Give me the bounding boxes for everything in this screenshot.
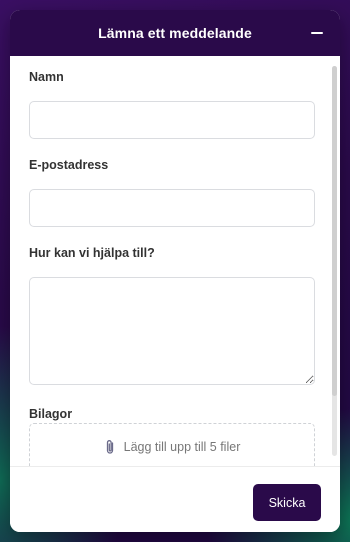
contact-form-widget: Lämna ett meddelande Namn E-postadress H… <box>10 10 340 532</box>
attachments-dropzone[interactable]: Lägg till upp till 5 filer <box>29 423 315 466</box>
contact-form: Namn E-postadress Hur kan vi hjälpa till… <box>10 56 340 466</box>
attachments-label: Bilagor <box>29 407 73 421</box>
form-scrollbar[interactable] <box>332 66 337 456</box>
widget-footer: Skicka <box>10 466 340 532</box>
name-label: Namn <box>29 70 64 84</box>
minimize-button[interactable] <box>308 24 326 42</box>
widget-title: Lämna ett meddelande <box>98 25 252 41</box>
email-input[interactable] <box>29 189 315 227</box>
scrollbar-thumb[interactable] <box>332 66 337 396</box>
widget-header: Lämna ett meddelande <box>10 10 340 56</box>
name-input[interactable] <box>29 101 315 139</box>
send-button[interactable]: Skicka <box>253 484 321 521</box>
email-label: E-postadress <box>29 158 109 172</box>
paperclip-icon <box>104 439 116 455</box>
message-label: Hur kan vi hjälpa till? <box>29 246 155 260</box>
message-textarea[interactable] <box>29 277 315 385</box>
form-body: Namn E-postadress Hur kan vi hjälpa till… <box>10 56 340 466</box>
minimize-icon <box>311 32 323 34</box>
attachments-text: Lägg till upp till 5 filer <box>123 440 241 454</box>
